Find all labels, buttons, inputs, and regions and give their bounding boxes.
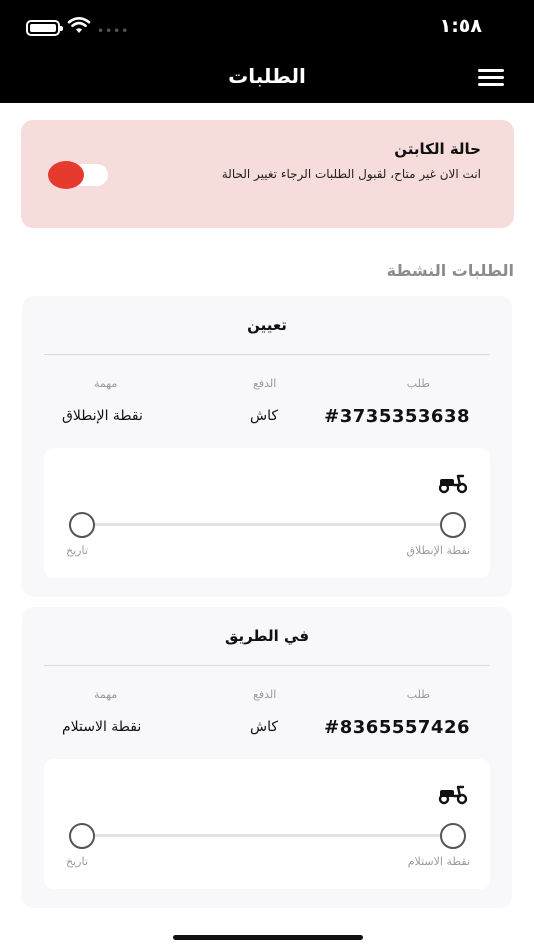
order-status: تعيين — [247, 316, 287, 334]
page-title: الطلبات — [228, 64, 306, 88]
captain-status-card: حالة الكابتن انت الان غير متاح، لقبول ال… — [21, 120, 514, 228]
payment-value: كاش — [250, 719, 279, 735]
battery-icon — [26, 20, 63, 36]
route-box: نقطة الاستلام تاريخ — [44, 759, 490, 889]
active-orders-heading: الطلبات النشطة — [386, 261, 514, 280]
hamburger-icon[interactable] — [478, 67, 504, 87]
route-line — [82, 834, 452, 837]
route-box: نقطة الإنطلاق تاريخ — [44, 448, 490, 578]
route-start-point[interactable] — [440, 823, 466, 849]
route-end-point[interactable] — [69, 512, 95, 538]
order-number: #8365557426 — [324, 717, 470, 738]
route-start-label: نقطة الاستلام — [407, 855, 470, 868]
route-end-label: تاريخ — [66, 855, 88, 868]
home-indicator[interactable] — [173, 935, 363, 940]
route-start-point[interactable] — [440, 512, 466, 538]
scooter-icon — [438, 474, 468, 494]
route-end-label: تاريخ — [66, 544, 88, 557]
task-label: مهمة — [94, 377, 118, 390]
captain-status-message: انت الان غير متاح، لقبول الطلبات الرجاء … — [221, 167, 481, 181]
captain-status-title: حالة الكابتن — [394, 140, 481, 158]
order-number: #3735353638 — [324, 406, 470, 427]
signal-icon: •••• — [97, 24, 130, 38]
route-line — [82, 523, 452, 526]
order-label: طلب — [406, 688, 430, 701]
order-label: طلب — [406, 377, 430, 390]
divider — [44, 665, 490, 666]
top-bar: •••• ١:٥٨ الطلبات — [0, 0, 534, 103]
order-status: في الطريق — [224, 627, 310, 645]
order-card[interactable]: تعيين طلب الدفع مهمة #3735353638 كاش نقط… — [22, 296, 512, 597]
task-value: نقطة الإنطلاق — [62, 408, 143, 424]
payment-label: الدفع — [253, 688, 277, 701]
status-time: ١:٥٨ — [439, 15, 482, 37]
toggle-knob — [48, 161, 84, 189]
route-start-label: نقطة الإنطلاق — [406, 544, 470, 557]
divider — [44, 354, 490, 355]
payment-label: الدفع — [253, 377, 277, 390]
payment-value: كاش — [250, 408, 279, 424]
wifi-icon — [67, 17, 91, 33]
order-card[interactable]: في الطريق طلب الدفع مهمة #8365557426 كاش… — [22, 607, 512, 908]
scooter-icon — [438, 785, 468, 805]
task-value: نقطة الاستلام — [62, 719, 142, 735]
task-label: مهمة — [94, 688, 118, 701]
route-end-point[interactable] — [69, 823, 95, 849]
availability-toggle[interactable] — [48, 161, 108, 189]
